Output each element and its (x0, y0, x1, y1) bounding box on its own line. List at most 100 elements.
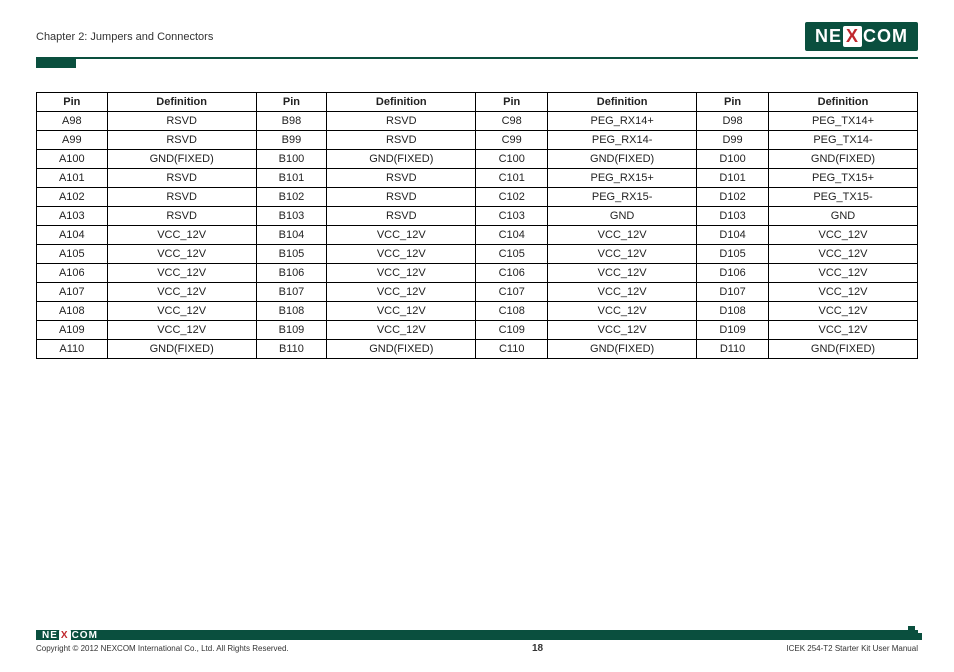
definition-cell: GND(FIXED) (107, 150, 256, 169)
logo-text-post: COM (863, 26, 908, 47)
table-row: A109VCC_12VB109VCC_12VC109VCC_12VD109VCC… (37, 321, 918, 340)
chapter-title: Chapter 2: Jumpers and Connectors (36, 31, 213, 43)
definition-cell: PEG_TX14- (768, 131, 917, 150)
definition-cell: GND (548, 207, 697, 226)
pin-cell: C102 (476, 188, 548, 207)
definition-cell: GND(FIXED) (327, 150, 476, 169)
definition-cell: VCC_12V (548, 264, 697, 283)
table-row: A100GND(FIXED)B100GND(FIXED)C100GND(FIXE… (37, 150, 918, 169)
definition-cell: GND(FIXED) (107, 340, 256, 359)
pin-cell: B107 (256, 283, 327, 302)
pin-cell: C109 (476, 321, 548, 340)
definition-cell: VCC_12V (768, 226, 917, 245)
definition-cell: RSVD (327, 188, 476, 207)
table-row: A106VCC_12VB106VCC_12VC106VCC_12VD106VCC… (37, 264, 918, 283)
col-header: Pin (697, 93, 769, 112)
definition-cell: VCC_12V (768, 302, 917, 321)
definition-cell: PEG_TX15+ (768, 169, 917, 188)
pin-cell: D104 (697, 226, 769, 245)
definition-cell: VCC_12V (327, 283, 476, 302)
copyright-text: Copyright © 2012 NEXCOM International Co… (36, 644, 289, 653)
manual-title: ICEK 254-T2 Starter Kit User Manual (786, 644, 918, 653)
table-row: A107VCC_12VB107VCC_12VC107VCC_12VD107VCC… (37, 283, 918, 302)
definition-cell: VCC_12V (327, 321, 476, 340)
pin-cell: D110 (697, 340, 769, 359)
definition-cell: PEG_TX14+ (768, 112, 917, 131)
pin-cell: B110 (256, 340, 327, 359)
pin-cell: C107 (476, 283, 548, 302)
pin-cell: D108 (697, 302, 769, 321)
corner-decoration-icon (908, 626, 922, 640)
definition-cell: VCC_12V (107, 321, 256, 340)
definition-cell: VCC_12V (107, 245, 256, 264)
pin-cell: C106 (476, 264, 548, 283)
definition-cell: RSVD (327, 112, 476, 131)
definition-cell: GND(FIXED) (548, 150, 697, 169)
definition-cell: VCC_12V (548, 302, 697, 321)
definition-cell: RSVD (327, 207, 476, 226)
definition-cell: PEG_RX15+ (548, 169, 697, 188)
pin-cell: C99 (476, 131, 548, 150)
pin-cell: C103 (476, 207, 548, 226)
table-row: A110GND(FIXED)B110GND(FIXED)C110GND(FIXE… (37, 340, 918, 359)
definition-cell: RSVD (107, 169, 256, 188)
definition-cell: VCC_12V (548, 283, 697, 302)
pin-cell: A106 (37, 264, 108, 283)
pin-cell: D100 (697, 150, 769, 169)
definition-cell: GND(FIXED) (327, 340, 476, 359)
pin-cell: A101 (37, 169, 108, 188)
pin-definition-table: Pin Definition Pin Definition Pin Defini… (36, 92, 918, 359)
pin-cell: A108 (37, 302, 108, 321)
definition-cell: VCC_12V (768, 321, 917, 340)
page-number: 18 (532, 643, 543, 654)
definition-cell: RSVD (107, 112, 256, 131)
definition-cell: PEG_RX15- (548, 188, 697, 207)
table-row: A102RSVDB102RSVDC102PEG_RX15-D102PEG_TX1… (37, 188, 918, 207)
definition-cell: VCC_12V (107, 302, 256, 321)
table-row: A104VCC_12VB104VCC_12VC104VCC_12VD104VCC… (37, 226, 918, 245)
definition-cell: PEG_TX15- (768, 188, 917, 207)
col-header: Definition (327, 93, 476, 112)
definition-cell: VCC_12V (107, 283, 256, 302)
pin-cell: D98 (697, 112, 769, 131)
pin-cell: D101 (697, 169, 769, 188)
header-rule (36, 57, 918, 59)
col-header: Pin (37, 93, 108, 112)
footer-logo: NEXCOM (42, 630, 98, 641)
page-header: Chapter 2: Jumpers and Connectors NE X C… (36, 22, 918, 51)
pin-cell: A103 (37, 207, 108, 226)
table-row: A108VCC_12VB108VCC_12VC108VCC_12VD108VCC… (37, 302, 918, 321)
definition-cell: GND(FIXED) (548, 340, 697, 359)
table-row: A101RSVDB101RSVDC101PEG_RX15+D101PEG_TX1… (37, 169, 918, 188)
logo-text-x: X (843, 26, 862, 47)
pin-cell: B100 (256, 150, 327, 169)
definition-cell: VCC_12V (107, 264, 256, 283)
definition-cell: VCC_12V (548, 226, 697, 245)
pin-cell: A102 (37, 188, 108, 207)
definition-cell: VCC_12V (327, 226, 476, 245)
pin-cell: C104 (476, 226, 548, 245)
pin-cell: B98 (256, 112, 327, 131)
pin-cell: C108 (476, 302, 548, 321)
definition-cell: PEG_RX14+ (548, 112, 697, 131)
pin-cell: B103 (256, 207, 327, 226)
footer-logo-x: X (59, 630, 71, 641)
pin-cell: A110 (37, 340, 108, 359)
table-row: A98RSVDB98RSVDC98PEG_RX14+D98PEG_TX14+ (37, 112, 918, 131)
col-header: Definition (548, 93, 697, 112)
pin-cell: D99 (697, 131, 769, 150)
pin-cell: B101 (256, 169, 327, 188)
pin-cell: C105 (476, 245, 548, 264)
pin-cell: B104 (256, 226, 327, 245)
pin-cell: B106 (256, 264, 327, 283)
definition-cell: VCC_12V (548, 321, 697, 340)
col-header: Pin (476, 93, 548, 112)
pin-cell: D107 (697, 283, 769, 302)
pin-cell: D105 (697, 245, 769, 264)
pin-cell: B99 (256, 131, 327, 150)
col-header: Definition (768, 93, 917, 112)
pin-cell: A98 (37, 112, 108, 131)
pin-cell: C101 (476, 169, 548, 188)
definition-cell: GND(FIXED) (768, 340, 917, 359)
col-header: Definition (107, 93, 256, 112)
